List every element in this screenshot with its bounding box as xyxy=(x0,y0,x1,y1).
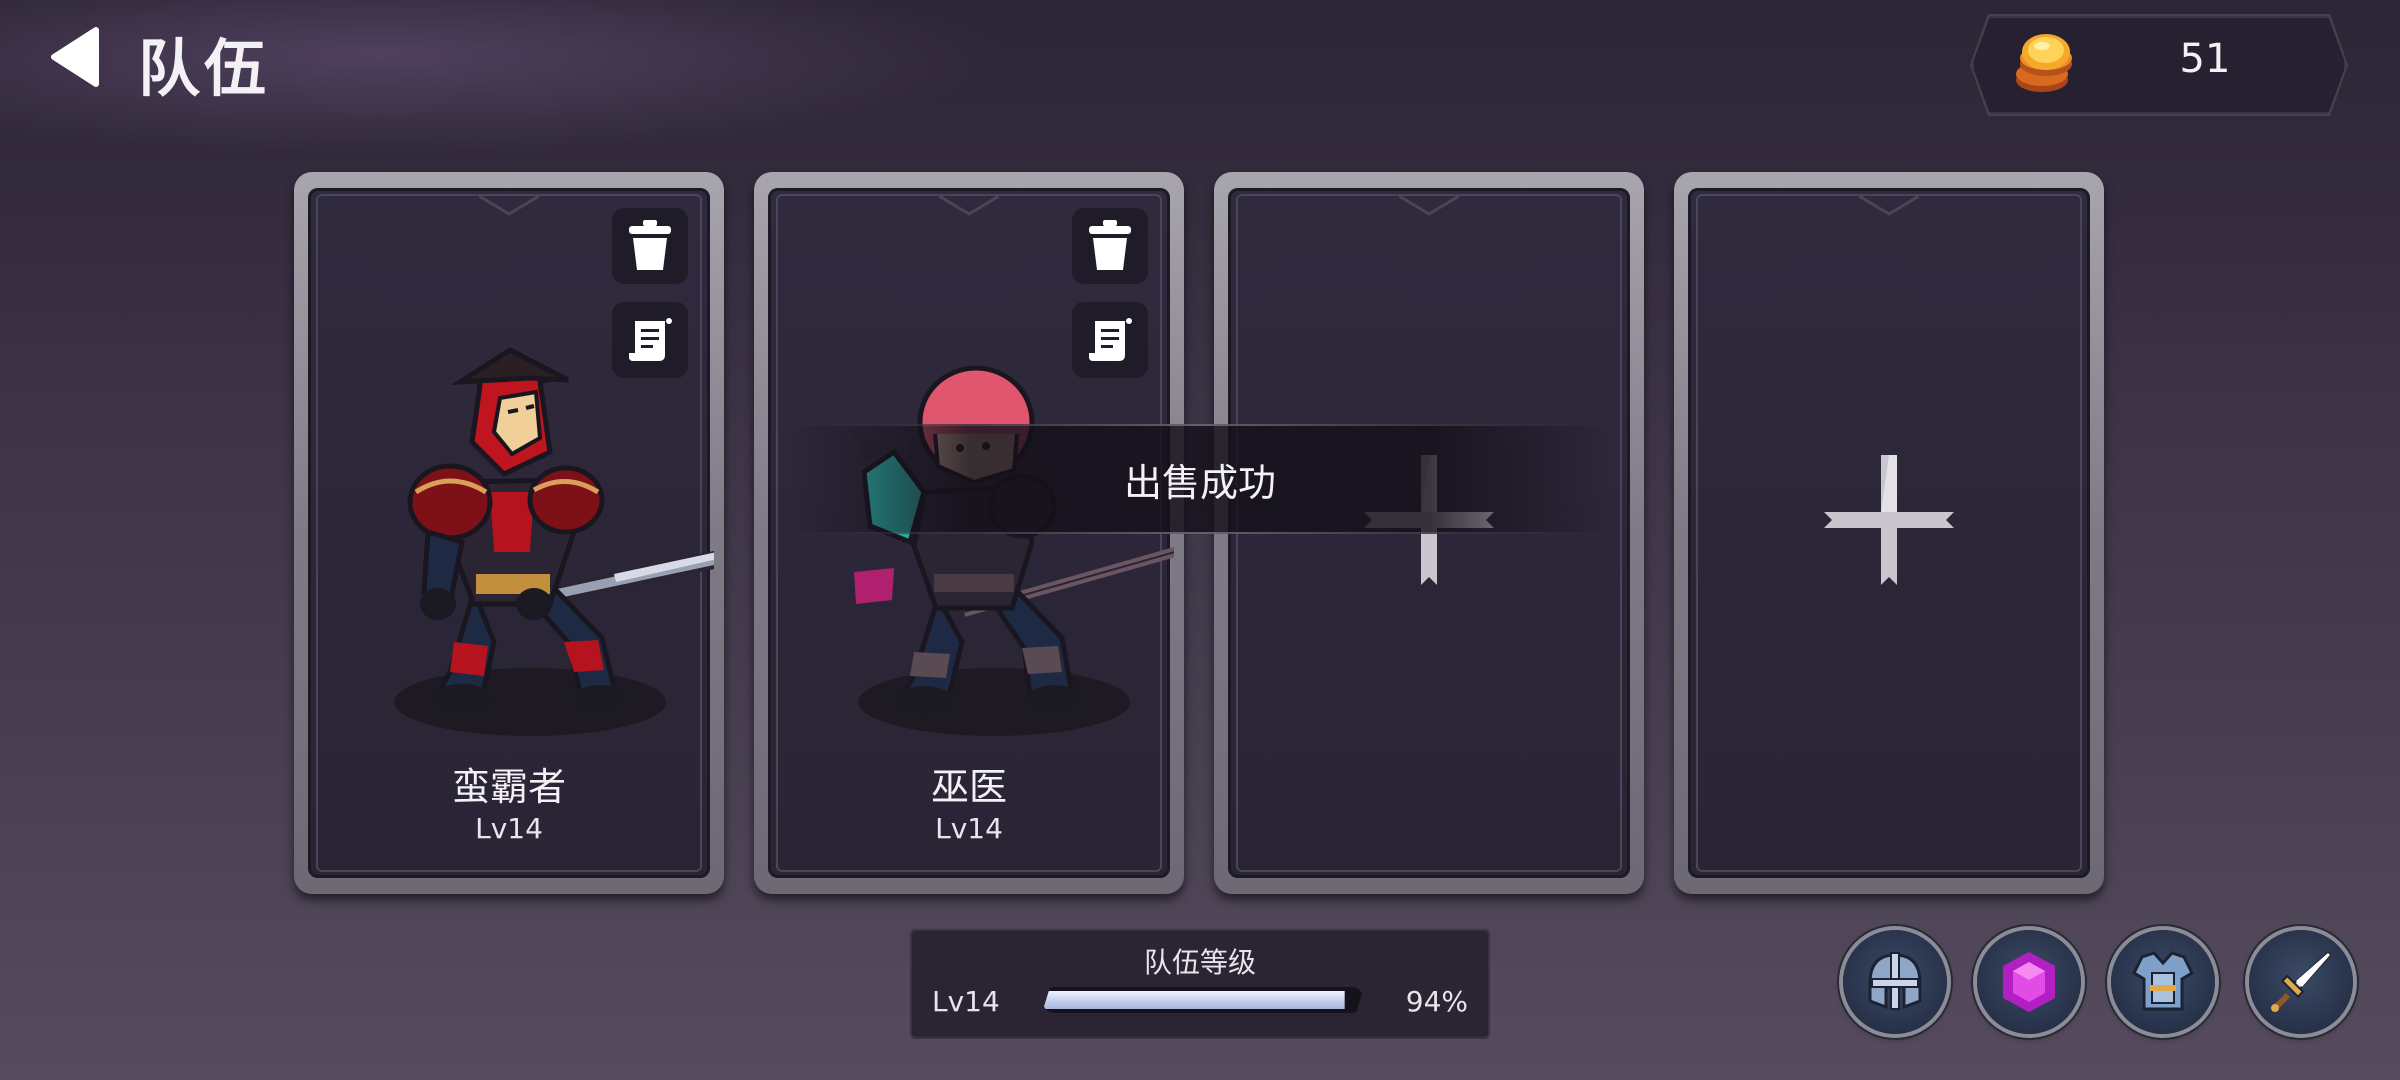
hero-name: 巫医 xyxy=(930,765,1007,809)
coin-amount: 51 xyxy=(2179,36,2231,82)
hero-level: Lv14 xyxy=(935,812,1003,845)
scroll-details-icon xyxy=(629,318,672,361)
card-notch-ornament xyxy=(1859,194,1919,216)
armor-vest-icon xyxy=(2132,951,2194,1011)
back-arrow-icon xyxy=(51,27,99,87)
gold-coin-icon xyxy=(2016,34,2072,92)
page-title: 队伍 xyxy=(138,32,271,105)
toast-bottom-line xyxy=(790,532,1610,534)
toast-notification: 出售成功 xyxy=(790,424,1610,534)
toast-top-line xyxy=(790,424,1610,426)
delete-hero-button[interactable] xyxy=(1072,208,1148,284)
team-level-title: 队伍等级 xyxy=(1143,946,1256,979)
delete-hero-button[interactable] xyxy=(612,208,688,284)
trash-icon xyxy=(629,220,671,270)
helmet-icon xyxy=(1868,952,1922,1010)
scroll-details-icon xyxy=(1089,318,1132,361)
team-level-progress-fill xyxy=(1042,991,1345,1009)
gem-button[interactable] xyxy=(1977,930,2081,1034)
armor-button[interactable] xyxy=(2111,930,2215,1034)
hero-name: 蛮霸者 xyxy=(451,765,566,809)
purple-gem-icon xyxy=(2003,952,2055,1012)
hero-details-button[interactable] xyxy=(1072,302,1148,378)
toast-message: 出售成功 xyxy=(1123,460,1276,505)
hero-level: Lv14 xyxy=(475,812,543,845)
team-level-panel: 队伍等级 Lv14 94% xyxy=(910,929,1490,1039)
hero-witch-doctor-figure xyxy=(850,365,1174,736)
plus-icon xyxy=(1824,455,1954,585)
helmet-equipment-button[interactable] xyxy=(1843,930,1947,1034)
card-notch-ornament xyxy=(1399,194,1459,216)
team-level-progress-bar xyxy=(1042,987,1364,1013)
hero-barbarian-figure xyxy=(394,347,714,736)
sword-icon xyxy=(2271,951,2332,1012)
card-notch-ornament xyxy=(479,194,539,216)
team-slot-4[interactable] xyxy=(1674,172,2104,894)
team-level-value: Lv14 xyxy=(932,985,1000,1018)
team-slot-1[interactable]: 蛮霸者 Lv14 xyxy=(294,172,724,894)
team-level-percent: 94% xyxy=(1405,985,1468,1018)
back-button[interactable] xyxy=(40,20,110,94)
hero-details-button[interactable] xyxy=(612,302,688,378)
weapon-button[interactable] xyxy=(2249,930,2353,1034)
trash-icon xyxy=(1089,220,1131,270)
card-notch-ornament xyxy=(939,194,999,216)
